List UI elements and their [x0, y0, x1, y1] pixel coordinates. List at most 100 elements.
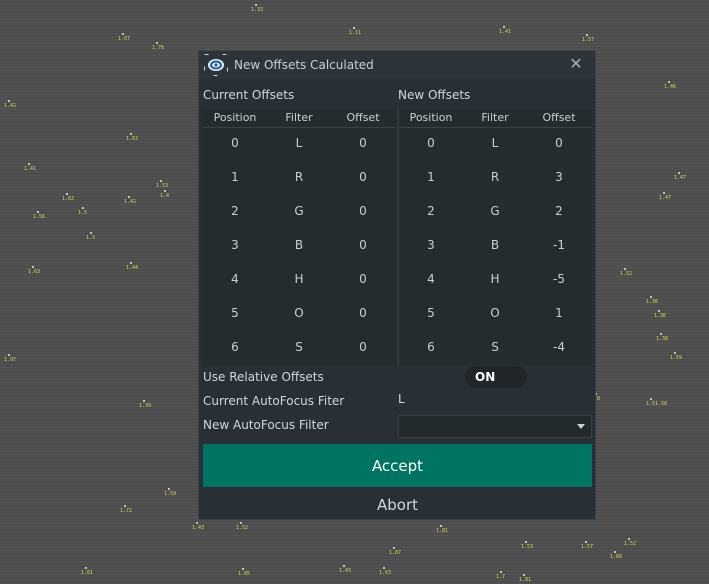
chevron-down-icon — [577, 424, 585, 429]
cell-filter: O — [294, 306, 304, 320]
cell-offset: 0 — [359, 204, 367, 218]
star-hfr-label: 1.52 — [236, 525, 249, 531]
star-hfr-label: 1.85 — [238, 571, 251, 577]
cell-filter: O — [490, 306, 500, 320]
cell-position: 2 — [231, 204, 239, 218]
star — [143, 400, 145, 402]
table-row: 5 O 1 — [399, 297, 592, 331]
abort-button[interactable]: Abort — [203, 491, 592, 518]
star — [650, 398, 652, 400]
new-autofocus-filter-label: New AutoFocus Filter — [203, 418, 329, 432]
table-row: 5 O 0 — [203, 297, 396, 331]
star — [122, 33, 124, 35]
star-hfr-label: 1.97 — [4, 357, 17, 363]
cell-position: 0 — [427, 136, 435, 150]
star — [128, 196, 130, 198]
cell-offset: -1 — [553, 238, 565, 252]
cell-position: 1 — [231, 170, 239, 184]
cell-filter: S — [295, 340, 303, 354]
cell-offset: 0 — [359, 238, 367, 252]
star — [156, 42, 158, 44]
star — [343, 565, 345, 567]
cell-position: 6 — [427, 340, 435, 354]
star — [130, 262, 132, 264]
column-header-position: Position — [409, 111, 453, 124]
table-row: 0 L 0 — [203, 127, 396, 161]
star — [393, 547, 395, 549]
star-hfr-label: 1.42 — [124, 199, 137, 205]
star — [523, 574, 525, 576]
star-hfr-label: 1.11 — [349, 30, 362, 36]
dialog-titlebar[interactable]: New Offsets Calculated ✕ — [199, 51, 595, 79]
cell-filter: R — [490, 170, 500, 184]
cell-filter: H — [490, 272, 500, 286]
column-header-offset: Offset — [542, 111, 576, 124]
table-row: 3 B -1 — [399, 229, 592, 263]
star — [353, 27, 355, 29]
star-hfr-label: 1.81 — [436, 528, 449, 534]
table-row: 4 H 0 — [203, 263, 396, 297]
cell-filter: R — [294, 170, 304, 184]
cell-filter: G — [294, 204, 304, 218]
star-hfr-label: 1.87 — [389, 550, 402, 556]
cell-filter: B — [294, 238, 304, 252]
star-hfr-label: 1.57 — [581, 544, 594, 550]
star-hfr-label: 1.63 — [379, 570, 392, 576]
star — [585, 541, 587, 543]
star — [628, 538, 630, 540]
star-hfr-label: 1.66 — [610, 554, 623, 560]
accept-button[interactable]: Accept — [203, 444, 592, 487]
cell-offset: -4 — [553, 340, 565, 354]
star-hfr-label: 1.36 — [646, 299, 659, 305]
star-hfr-label: 1.38 — [656, 336, 669, 342]
current-autofocus-filter-label: Current AutoFocus Fiter — [203, 394, 345, 408]
dialog-title: New Offsets Calculated — [234, 58, 374, 72]
star — [82, 207, 84, 209]
cell-filter: L — [295, 136, 303, 150]
star-hfr-label: 1.3 — [86, 235, 96, 241]
star — [658, 310, 660, 312]
cell-offset: 2 — [555, 204, 563, 218]
table-row: 6 S 0 — [203, 331, 396, 365]
star-hfr-label: 1.53 — [521, 544, 534, 550]
star — [503, 26, 505, 28]
star-hfr-label: 1.5 — [78, 210, 88, 216]
cell-offset: 0 — [359, 306, 367, 320]
star — [8, 354, 10, 356]
toggle-state-text: ON — [475, 370, 496, 384]
star-hfr-label: 1.72 — [120, 508, 133, 514]
current-offsets-label: Current Offsets — [203, 88, 295, 102]
star-hfr-label: 1.43 — [192, 525, 205, 531]
new-autofocus-filter-select[interactable] — [398, 415, 592, 438]
star — [624, 268, 626, 270]
close-icon[interactable]: ✕ — [567, 55, 585, 73]
cell-offset: 0 — [359, 170, 367, 184]
use-relative-offsets-toggle[interactable]: ON — [465, 366, 527, 388]
star — [242, 568, 244, 570]
star-hfr-label: 1.53 — [156, 183, 169, 189]
table-header: Position Filter Offset — [399, 109, 592, 128]
star-hfr-label: 1.47 — [659, 195, 672, 201]
star — [160, 180, 162, 182]
cell-offset: 0 — [359, 272, 367, 286]
new-offsets-dialog: New Offsets Calculated ✕ Current Offsets… — [198, 50, 596, 520]
star-hfr-label: 1.52 — [624, 541, 637, 547]
table-header: Position Filter Offset — [203, 109, 396, 128]
star-hfr-label: 1.67 — [118, 36, 131, 42]
cell-filter: S — [491, 340, 499, 354]
star — [164, 190, 166, 192]
cell-position: 5 — [427, 306, 435, 320]
star — [196, 522, 198, 524]
cell-position: 4 — [427, 272, 435, 286]
star — [663, 192, 665, 194]
star-hfr-label: 1.36 — [654, 313, 667, 319]
star-hfr-label: 1.41 — [499, 29, 512, 35]
star-hfr-label: 1.63 — [62, 196, 75, 202]
star-hfr-label: 1.4 — [160, 193, 170, 199]
cell-filter: B — [490, 238, 500, 252]
cell-position: 5 — [231, 306, 239, 320]
star — [8, 100, 10, 102]
cell-offset: 1 — [555, 306, 563, 320]
star-hfr-label: 1.42 — [4, 103, 17, 109]
star — [32, 266, 34, 268]
